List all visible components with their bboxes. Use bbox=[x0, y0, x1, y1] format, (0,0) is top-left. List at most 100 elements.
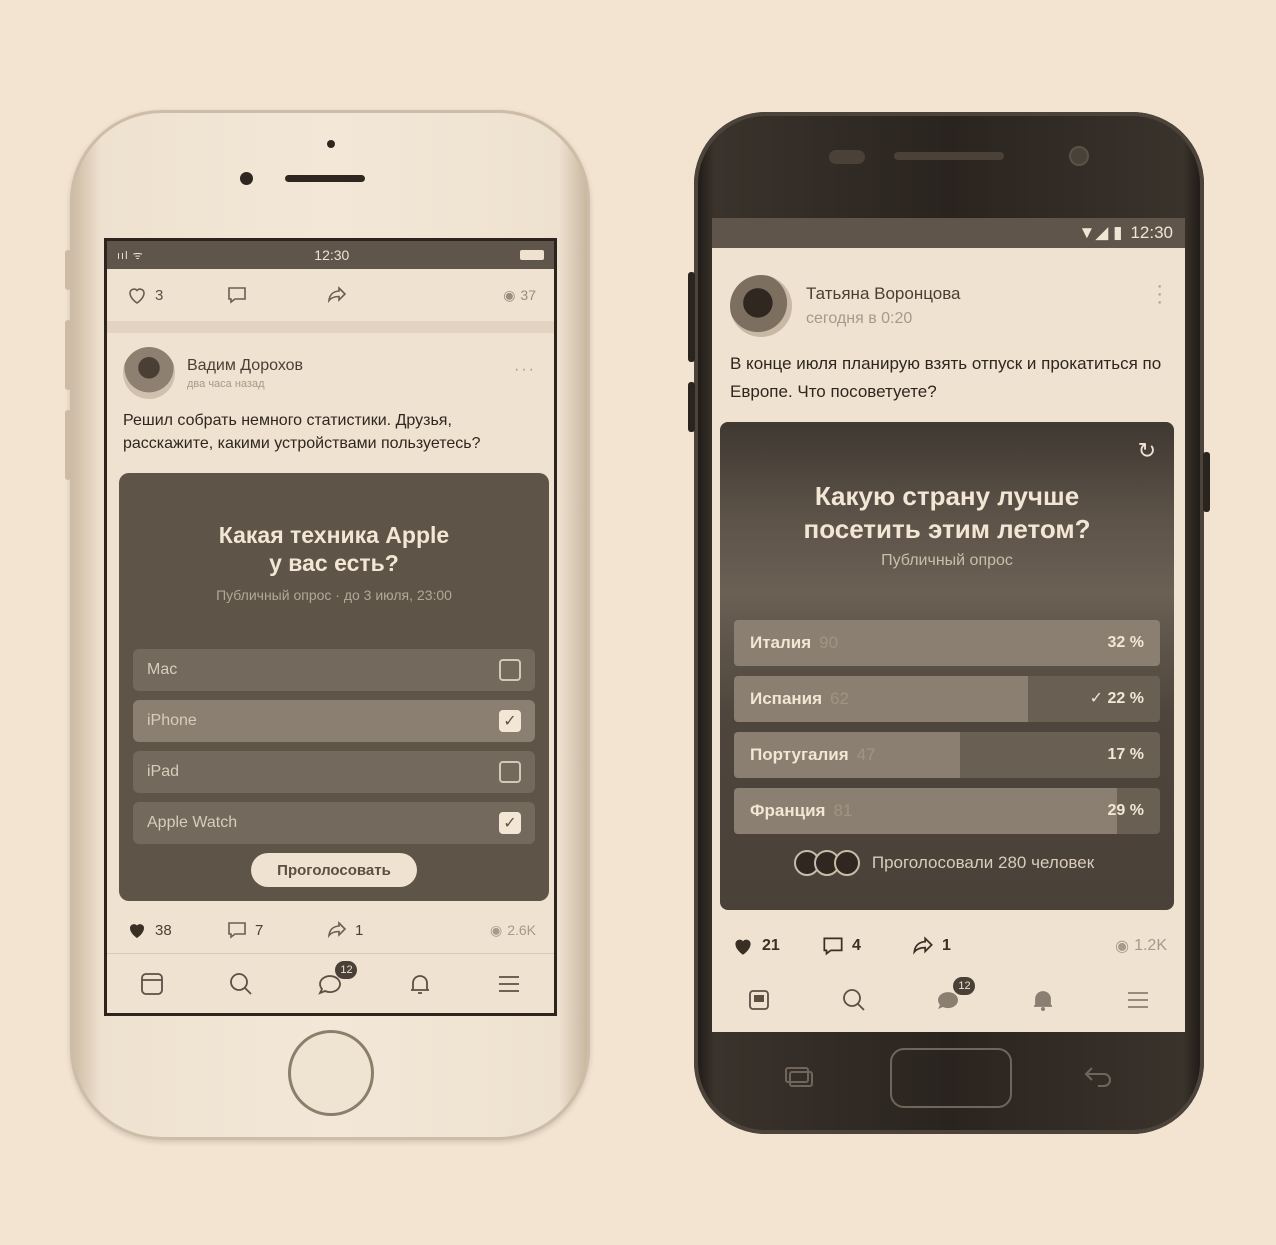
post-text: В конце июля планирую взять отпуск и про… bbox=[730, 354, 1162, 401]
tab-menu[interactable] bbox=[494, 969, 524, 999]
bell-icon bbox=[410, 974, 429, 994]
poll-card: Какая техника Apple у вас есть? Публичны… bbox=[119, 473, 549, 901]
post: Татьяна Воронцова сегодня в 0:20 · · · В к… bbox=[712, 248, 1185, 910]
poll-title-line-1: Какая техника Apple bbox=[218, 522, 450, 548]
comment-button[interactable]: 7 bbox=[225, 918, 325, 942]
search-icon bbox=[230, 972, 252, 995]
tab-search[interactable] bbox=[226, 969, 256, 999]
post-time: сегодня в 0:20 bbox=[806, 310, 913, 327]
avatar[interactable] bbox=[730, 275, 792, 337]
voter-avatar bbox=[833, 850, 860, 876]
vote-count: 47 bbox=[856, 745, 876, 764]
poll-option-label: iPad bbox=[147, 763, 180, 780]
comment-count: 4 bbox=[852, 937, 861, 954]
poll-result-percent: ✓ 22 % bbox=[1089, 690, 1144, 707]
option-name: Франция bbox=[750, 801, 826, 820]
vote-count: 90 bbox=[819, 633, 839, 652]
heart-filled-icon bbox=[130, 924, 144, 938]
option-name: Испания bbox=[750, 689, 823, 708]
tab-messages[interactable]: 12 bbox=[933, 977, 976, 1015]
refresh-icon[interactable]: ↻ bbox=[1138, 438, 1156, 464]
status-bar: ▼◢ ▮ 12:30 bbox=[712, 218, 1185, 248]
status-time: 12:30 bbox=[1130, 223, 1173, 242]
share-button[interactable] bbox=[325, 283, 425, 307]
share-button[interactable]: 1 bbox=[910, 933, 1000, 959]
avatar[interactable] bbox=[123, 347, 175, 399]
poll-option-iphone[interactable]: iPhone ✓ bbox=[133, 700, 535, 742]
news-icon bbox=[749, 990, 770, 1010]
checkbox-icon[interactable] bbox=[499, 659, 521, 681]
post-time: два часа назад bbox=[187, 377, 265, 390]
post-header: Вадим Дорохов два часа назад ··· bbox=[123, 343, 542, 403]
poll-title-line-2: у вас есть? bbox=[269, 550, 399, 576]
views-counter: ◉ 2.6K bbox=[490, 922, 536, 939]
tab-search[interactable] bbox=[839, 985, 869, 1015]
more-icon[interactable]: ··· bbox=[514, 361, 536, 379]
feed-divider bbox=[107, 321, 554, 333]
comment-icon bbox=[228, 287, 246, 304]
checkbox-checked-icon[interactable]: ✓ bbox=[499, 812, 521, 834]
comment-button[interactable] bbox=[225, 283, 325, 307]
mute-switch bbox=[65, 250, 71, 290]
kebab-menu-icon[interactable]: · · · bbox=[1156, 276, 1163, 312]
android-screen: ▼◢ ▮ 12:30 Татьяна Воронцова сегодня в 0… bbox=[712, 218, 1185, 1032]
signal-icon: ııl ᯤ bbox=[117, 249, 144, 262]
option-name: Португалия bbox=[750, 745, 849, 764]
poll-result-france[interactable]: Франция 81 29 % bbox=[734, 788, 1160, 834]
poll-result-portugal[interactable]: Португалия 47 17 % bbox=[734, 732, 1160, 778]
like-count: 21 bbox=[762, 937, 780, 954]
views-count: 1.2K bbox=[1134, 937, 1167, 954]
checkbox-icon[interactable] bbox=[499, 761, 521, 783]
status-time: 12:30 bbox=[314, 247, 350, 263]
android-nav-bar bbox=[694, 1040, 1204, 1120]
post-header: Татьяна Воронцова сегодня в 0:20 · · · bbox=[730, 274, 1171, 338]
poll-option-ipad[interactable]: iPad bbox=[133, 751, 535, 793]
front-camera bbox=[1069, 146, 1089, 166]
poll-card: ↻ Какую страну лучше посетить этим летом… bbox=[720, 422, 1174, 910]
tab-bar: 12 bbox=[107, 953, 554, 1013]
eye-icon: ◉ bbox=[503, 286, 516, 303]
poll-subtitle: Публичный опрос · до 3 июля, 23:00 bbox=[216, 587, 452, 603]
poll-option-label: Apple Watch bbox=[147, 814, 238, 831]
like-button[interactable]: 3 bbox=[125, 283, 225, 307]
poll-option-apple-watch[interactable]: Apple Watch ✓ bbox=[133, 802, 535, 844]
tab-menu[interactable] bbox=[1123, 985, 1153, 1015]
voters-summary[interactable]: Проголосовали 280 человек bbox=[734, 850, 1160, 876]
earpiece-speaker bbox=[894, 152, 1004, 160]
share-count: 1 bbox=[942, 937, 951, 954]
vote-button[interactable]: Проголосовать bbox=[251, 853, 417, 887]
volume-up-button bbox=[65, 320, 71, 390]
poll-result-label: Италия 90 bbox=[750, 620, 838, 666]
poll-result-spain[interactable]: Испания 62 ✓ 22 % bbox=[734, 676, 1160, 722]
poll-result-italy[interactable]: Италия 90 32 % bbox=[734, 620, 1160, 666]
share-button[interactable]: 1 bbox=[325, 918, 425, 942]
recent-apps-icon[interactable] bbox=[782, 1064, 816, 1088]
checkbox-checked-icon[interactable]: ✓ bbox=[499, 710, 521, 732]
power-button bbox=[1203, 452, 1210, 512]
poll-option-mac[interactable]: Mac bbox=[133, 649, 535, 691]
home-button[interactable] bbox=[890, 1048, 1012, 1108]
tab-news[interactable] bbox=[137, 969, 167, 999]
comment-button[interactable]: 4 bbox=[820, 933, 910, 959]
poll-title-line-1: Какую страну лучше bbox=[814, 481, 1080, 511]
author-name[interactable]: Татьяна Воронцова bbox=[806, 284, 961, 304]
back-icon[interactable] bbox=[1082, 1064, 1114, 1088]
news-icon bbox=[140, 972, 163, 995]
tab-notifications[interactable] bbox=[405, 969, 435, 999]
views-count: 37 bbox=[520, 287, 536, 303]
vote-count: 62 bbox=[830, 689, 849, 708]
volume-down-button bbox=[65, 410, 71, 480]
tab-news[interactable] bbox=[744, 985, 774, 1015]
tab-messages[interactable]: 12 bbox=[315, 960, 358, 999]
tab-notifications[interactable] bbox=[1028, 985, 1058, 1015]
heart-outline-icon bbox=[129, 288, 145, 304]
poll-title: Какую страну лучше посетить этим летом? bbox=[734, 480, 1160, 546]
heart-filled-icon bbox=[735, 939, 751, 955]
comment-icon bbox=[823, 937, 843, 956]
like-button[interactable]: 38 bbox=[125, 918, 225, 942]
share-icon bbox=[327, 921, 347, 939]
eye-icon: ◉ bbox=[489, 921, 503, 938]
author-name[interactable]: Вадим Дорохов bbox=[187, 357, 303, 375]
comment-icon bbox=[228, 922, 246, 939]
like-button[interactable]: 21 bbox=[730, 933, 820, 959]
